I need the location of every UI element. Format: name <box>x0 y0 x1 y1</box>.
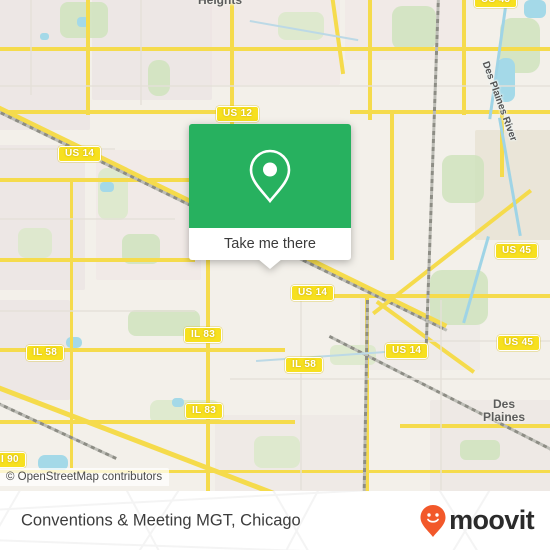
water-body <box>100 182 114 192</box>
road <box>368 0 372 120</box>
road <box>0 110 225 114</box>
road <box>0 47 550 51</box>
map-page: Heights Des Plaines Des Plaines River US… <box>0 0 550 550</box>
highway-shield-il83[interactable]: IL 83 <box>185 403 224 419</box>
take-me-there-label: Take me there <box>224 236 316 252</box>
map-pin-icon <box>249 149 291 204</box>
moovit-pin-smiley-icon <box>420 504 446 537</box>
road <box>206 260 210 491</box>
footer-bar: Conventions & Meeting MGT, Chicago moovi… <box>0 491 550 550</box>
highway-shield-us12[interactable]: US 12 <box>216 106 260 122</box>
water-body <box>524 0 546 18</box>
road <box>462 0 466 115</box>
highway-shield-us14[interactable]: US 14 <box>291 285 335 301</box>
highway-shield-us45[interactable]: US 45 <box>495 243 539 259</box>
place-label-des-plaines: Des Plaines <box>483 397 526 424</box>
highway-shield-i90[interactable]: I 90 <box>0 452 26 468</box>
water-body <box>172 398 184 407</box>
take-me-there-button[interactable]: Take me there <box>189 228 351 260</box>
road <box>350 110 550 114</box>
road <box>30 0 32 95</box>
road <box>300 294 550 298</box>
park-area <box>442 155 484 203</box>
place-label-heights: Heights <box>198 0 243 7</box>
callout-image-panel <box>189 124 351 228</box>
highway-shield-il58[interactable]: IL 58 <box>285 357 324 373</box>
water-body <box>40 33 49 40</box>
osm-attribution[interactable]: © OpenStreetMap contributors <box>0 468 170 486</box>
park-area <box>98 168 128 220</box>
road <box>70 178 73 468</box>
road <box>390 110 394 260</box>
highway-shield-us45[interactable]: US 45 <box>497 335 541 351</box>
highway-shield-il58[interactable]: IL 58 <box>26 345 65 361</box>
highway-shield-us14[interactable]: US 14 <box>385 343 429 359</box>
location-callout-card[interactable]: Take me there <box>189 124 351 269</box>
park-area <box>392 6 436 50</box>
park-area <box>254 436 300 468</box>
water-body <box>66 337 82 348</box>
park-area <box>148 60 170 96</box>
highway-shield-us14[interactable]: US 14 <box>58 146 102 162</box>
callout-pointer <box>258 259 282 269</box>
road <box>0 258 195 262</box>
highway-shield-il83[interactable]: IL 83 <box>184 327 223 343</box>
road <box>440 300 442 490</box>
road <box>140 0 142 105</box>
road <box>0 218 175 220</box>
moovit-wordmark: moovit <box>449 505 535 535</box>
park-area <box>460 440 500 460</box>
road <box>300 300 302 490</box>
page-title: Conventions & Meeting MGT, Chicago <box>21 511 301 529</box>
road <box>230 378 550 380</box>
footer-watermark <box>0 539 550 550</box>
road <box>0 178 195 182</box>
road <box>0 310 195 312</box>
map-canvas[interactable]: Heights Des Plaines Des Plaines River US… <box>0 0 550 491</box>
moovit-logo[interactable]: moovit <box>419 504 535 538</box>
road <box>86 0 90 115</box>
road <box>400 424 550 428</box>
park-area <box>18 228 52 258</box>
road <box>0 85 550 87</box>
highway-shield-us45[interactable]: US 45 <box>474 0 518 8</box>
